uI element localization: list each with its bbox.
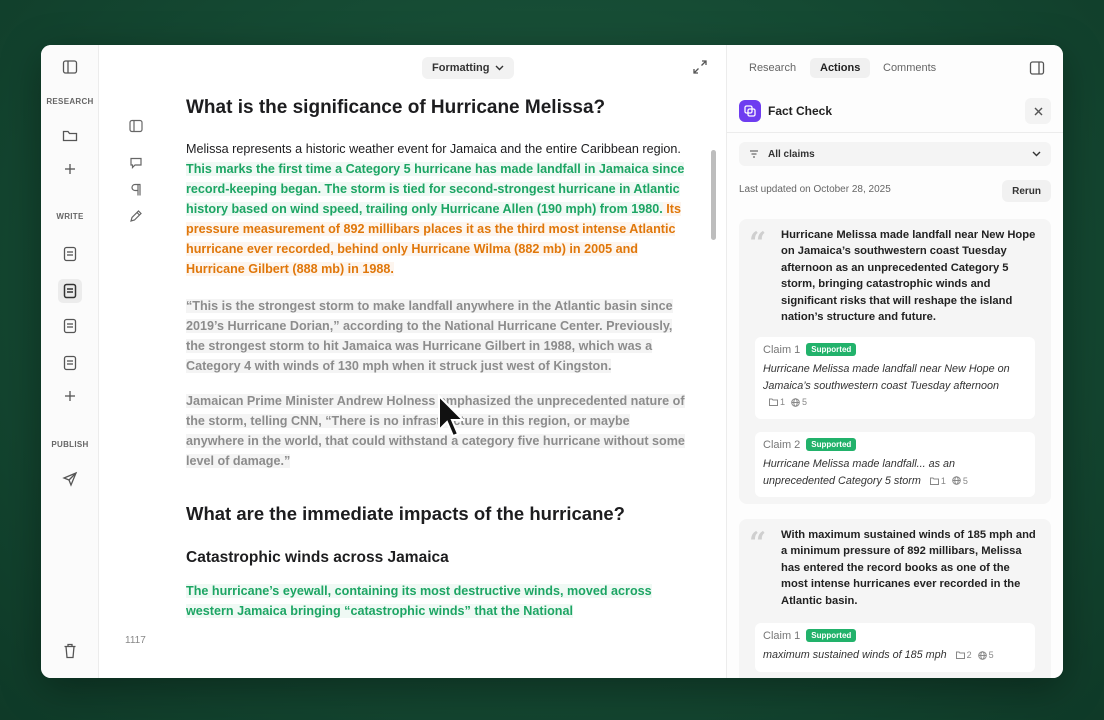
filter-label: All claims <box>768 148 815 160</box>
claim-source-text: Hurricane Melissa made landfall near New… <box>781 229 1036 324</box>
divider <box>727 132 1063 133</box>
plain-text: Melissa represents a historic weather ev… <box>186 142 681 156</box>
supported-highlight[interactable]: This marks the first time a Category 5 h… <box>186 162 685 216</box>
paragraph-icon[interactable] <box>128 182 144 198</box>
fact-check-title: Fact Check <box>768 104 833 118</box>
scrollbar[interactable] <box>711 150 716 240</box>
claim-item[interactable]: Claim 2 Supported Hurricane Melissa made… <box>755 432 1035 498</box>
source-count-value: 5 <box>802 397 808 407</box>
claim-text: Hurricane Melissa made landfall... as an… <box>763 458 956 487</box>
trash-icon[interactable] <box>60 641 80 661</box>
app-window: RESEARCH WRITE PUBLISH 1117 Formatting W… <box>41 45 1063 678</box>
status-badge: Supported <box>806 629 857 642</box>
close-button[interactable] <box>1025 98 1051 124</box>
word-count: 1117 <box>125 635 146 646</box>
add-research-icon[interactable] <box>60 159 80 179</box>
document-icon[interactable] <box>60 244 80 264</box>
last-updated-text: Last updated on October 28, 2025 <box>739 184 891 195</box>
document-active-icon[interactable] <box>58 279 82 303</box>
claim-item[interactable]: Claim 1 Supported Hurricane Melissa made… <box>755 337 1035 419</box>
fact-check-header: Fact Check <box>739 98 1051 124</box>
fact-check-panel: Research Actions Comments Fact Check All… <box>727 45 1063 678</box>
panel-icon[interactable] <box>128 118 144 134</box>
comment-icon[interactable] <box>128 155 144 171</box>
document-count[interactable]: 1 <box>929 473 946 490</box>
folder-icon <box>929 477 939 485</box>
status-badge: Supported <box>806 343 857 356</box>
folder-icon <box>955 651 965 660</box>
formatting-label: Formatting <box>432 62 490 74</box>
left-rail: RESEARCH WRITE PUBLISH <box>41 45 99 678</box>
paragraph-1: Melissa represents a historic weather ev… <box>186 139 686 279</box>
document-icon[interactable] <box>60 353 80 373</box>
quote-icon: “ <box>749 226 767 261</box>
claims-filter-select[interactable]: All claims <box>739 142 1051 166</box>
claim-text: maximum sustained winds of 185 mph <box>763 649 947 662</box>
globe-icon <box>791 397 800 407</box>
document-count-value: 2 <box>966 650 972 660</box>
paragraph-3: Jamaican Prime Minister Andrew Holness e… <box>186 391 686 471</box>
claim-item[interactable]: Claim 1 Supported maximum sustained wind… <box>755 623 1035 672</box>
source-count-value: 5 <box>962 475 968 486</box>
editor-toolbar: Formatting <box>169 45 726 89</box>
expand-icon[interactable] <box>692 59 708 75</box>
claim-label: Claim 2 <box>763 438 801 451</box>
paragraph-4: The hurricane’s eyewall, containing its … <box>186 581 686 621</box>
paragraph-2: “This is the strongest storm to make lan… <box>186 296 686 376</box>
close-icon <box>1034 107 1042 115</box>
pen-icon[interactable] <box>128 208 144 224</box>
fact-check-card[interactable]: “ With maximum sustained winds of 185 mp… <box>739 519 1051 678</box>
fact-check-logo-icon <box>739 100 761 122</box>
claim-label: Claim 1 <box>763 629 801 642</box>
folder-icon <box>769 398 778 407</box>
chevron-down-icon <box>1032 151 1041 157</box>
document-count[interactable]: 1 <box>769 394 785 411</box>
tab-comments[interactable]: Comments <box>873 58 946 78</box>
rerun-button[interactable]: Rerun <box>1002 180 1051 202</box>
research-section-label: RESEARCH <box>46 97 94 106</box>
publish-section-label: PUBLISH <box>51 440 89 449</box>
document-content[interactable]: What is the significance of Hurricane Me… <box>186 95 686 636</box>
sidebar-toggle-icon[interactable] <box>60 57 80 77</box>
source-count[interactable]: 5 <box>952 473 968 490</box>
globe-icon <box>977 650 987 660</box>
tab-actions[interactable]: Actions <box>810 58 871 78</box>
globe-icon <box>952 476 961 486</box>
editor-tools-rail: 1117 <box>99 45 169 678</box>
document-count-value: 1 <box>940 475 946 486</box>
source-count-value: 5 <box>988 650 994 660</box>
claim-text: Hurricane Melissa made landfall near New… <box>763 363 1010 392</box>
status-badge: Supported <box>806 438 857 451</box>
chevron-down-icon <box>495 65 504 71</box>
fact-check-card[interactable]: “ Hurricane Melissa made landfall near N… <box>739 219 1051 504</box>
document-editor[interactable]: Formatting What is the significance of H… <box>169 45 727 678</box>
subheading-winds: Catastrophic winds across Jamaica <box>186 549 449 566</box>
claim-label: Claim 1 <box>763 343 801 356</box>
formatting-dropdown[interactable]: Formatting <box>422 57 515 79</box>
filter-icon <box>750 150 758 158</box>
claim-source-text: With maximum sustained winds of 185 mph … <box>781 529 1036 607</box>
quote-highlight[interactable]: “This is the strongest storm to make lan… <box>186 299 673 373</box>
heading-significance: What is the significance of Hurricane Me… <box>186 97 606 118</box>
document-icon[interactable] <box>60 316 80 336</box>
write-section-label: WRITE <box>56 212 84 221</box>
panel-tabs: Research Actions Comments <box>727 45 1063 89</box>
document-count-value: 1 <box>780 397 786 407</box>
mouse-cursor-icon <box>438 394 465 438</box>
tab-research[interactable]: Research <box>739 58 806 78</box>
source-count[interactable]: 5 <box>977 647 994 664</box>
panel-toggle-icon[interactable] <box>1029 60 1045 76</box>
add-document-icon[interactable] <box>60 386 80 406</box>
document-count[interactable]: 2 <box>955 647 972 664</box>
send-icon[interactable] <box>60 469 80 489</box>
heading-impacts: What are the immediate impacts of the hu… <box>186 503 625 524</box>
source-count[interactable]: 5 <box>791 394 807 411</box>
quote-highlight[interactable]: Jamaican Prime Minister Andrew Holness e… <box>186 394 685 468</box>
supported-highlight[interactable]: The hurricane’s eyewall, containing its … <box>186 584 652 618</box>
folder-icon[interactable] <box>60 126 80 146</box>
quote-icon: “ <box>749 526 767 561</box>
